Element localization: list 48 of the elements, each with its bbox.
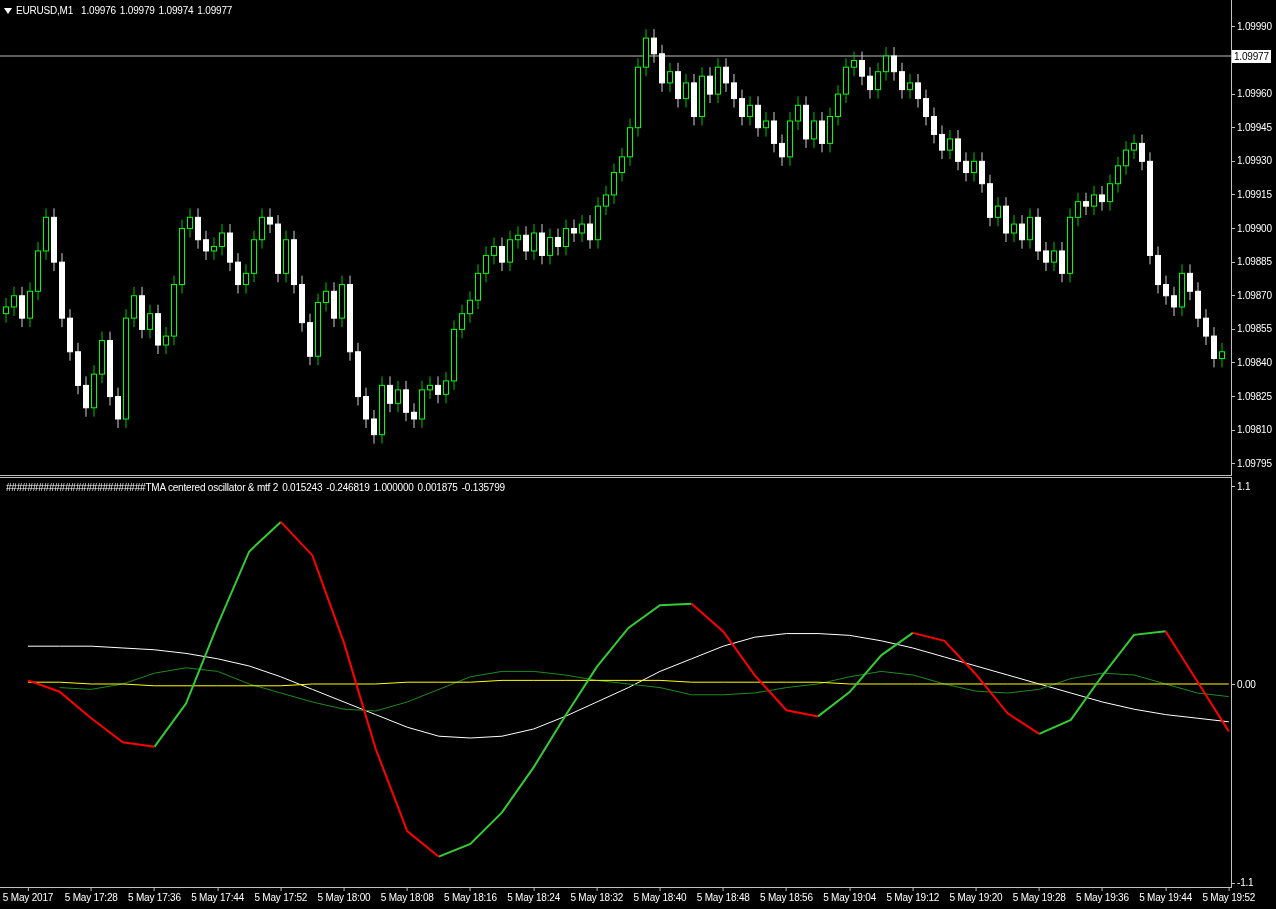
time-label: 5 May 18:48 <box>696 891 750 905</box>
time-label: 5 May 18:32 <box>570 891 624 905</box>
indicator-value: 1.000000 <box>373 481 414 495</box>
time-label: 5 May 17:28 <box>64 891 118 905</box>
axis-label: 1.09870 <box>1237 288 1272 303</box>
indicator-value: 0.001875 <box>417 481 458 495</box>
axis-label: -1.1 <box>1237 876 1254 891</box>
time-label: 5 May 18:08 <box>380 891 434 905</box>
time-label: 5 May 17:52 <box>254 891 308 905</box>
quote-value: 1.09979 <box>119 4 155 18</box>
current-price-label: 1.09977 <box>1232 50 1271 63</box>
axis-label: 1.09825 <box>1237 389 1272 404</box>
axis-label: 1.09795 <box>1237 456 1272 471</box>
time-label: 5 May 19:28 <box>1012 891 1066 905</box>
axis-label: 1.09915 <box>1237 187 1272 202</box>
quote-value: 1.09974 <box>158 4 194 18</box>
axis-label: 1.09960 <box>1237 87 1272 102</box>
axis-label: 1.09990 <box>1237 19 1272 34</box>
axis-label: 1.09855 <box>1237 322 1272 337</box>
quote-value: 1.09976 <box>81 4 116 18</box>
time-label: 5 May 19:44 <box>1139 891 1192 905</box>
indicator-value: 0.015243 <box>282 481 323 495</box>
axis-label: 1.09945 <box>1237 120 1272 135</box>
time-label: 5 May 18:56 <box>759 891 813 905</box>
indicator-value: -0.246819 <box>326 481 370 495</box>
axis-label: 0.00 <box>1237 678 1256 692</box>
axis-label: 1.09810 <box>1237 423 1272 438</box>
axis-label: 1.09900 <box>1237 221 1272 236</box>
time-label: 5 May 18:24 <box>507 891 560 905</box>
time-label: 5 May 2017 <box>2 891 54 905</box>
time-label: 5 May 19:52 <box>1202 891 1256 905</box>
time-label: 5 May 19:20 <box>949 891 1003 905</box>
axis-label: 1.09930 <box>1237 154 1272 169</box>
axis-label: 1.09885 <box>1237 255 1272 270</box>
time-label: 5 May 18:16 <box>443 891 497 905</box>
time-label: 5 May 19:12 <box>886 891 940 905</box>
axis-label: 1.1 <box>1237 479 1251 494</box>
axis-label: 1.09840 <box>1237 355 1272 370</box>
time-label: 5 May 19:04 <box>823 891 876 905</box>
indicator-value: -0.135799 <box>461 481 505 495</box>
quote-value: 1.09977 <box>197 4 233 18</box>
indicator-title: ##########################TMA centered oscillator & mtf 2 <box>6 481 279 495</box>
time-label: 5 May 18:40 <box>633 891 687 905</box>
time-label: 5 May 19:36 <box>1075 891 1129 905</box>
time-label: 5 May 17:44 <box>191 891 244 905</box>
time-label: 5 May 18:00 <box>317 891 371 905</box>
time-label: 5 May 17:36 <box>127 891 181 905</box>
symbol-label: EURUSD,M1 <box>16 4 74 18</box>
